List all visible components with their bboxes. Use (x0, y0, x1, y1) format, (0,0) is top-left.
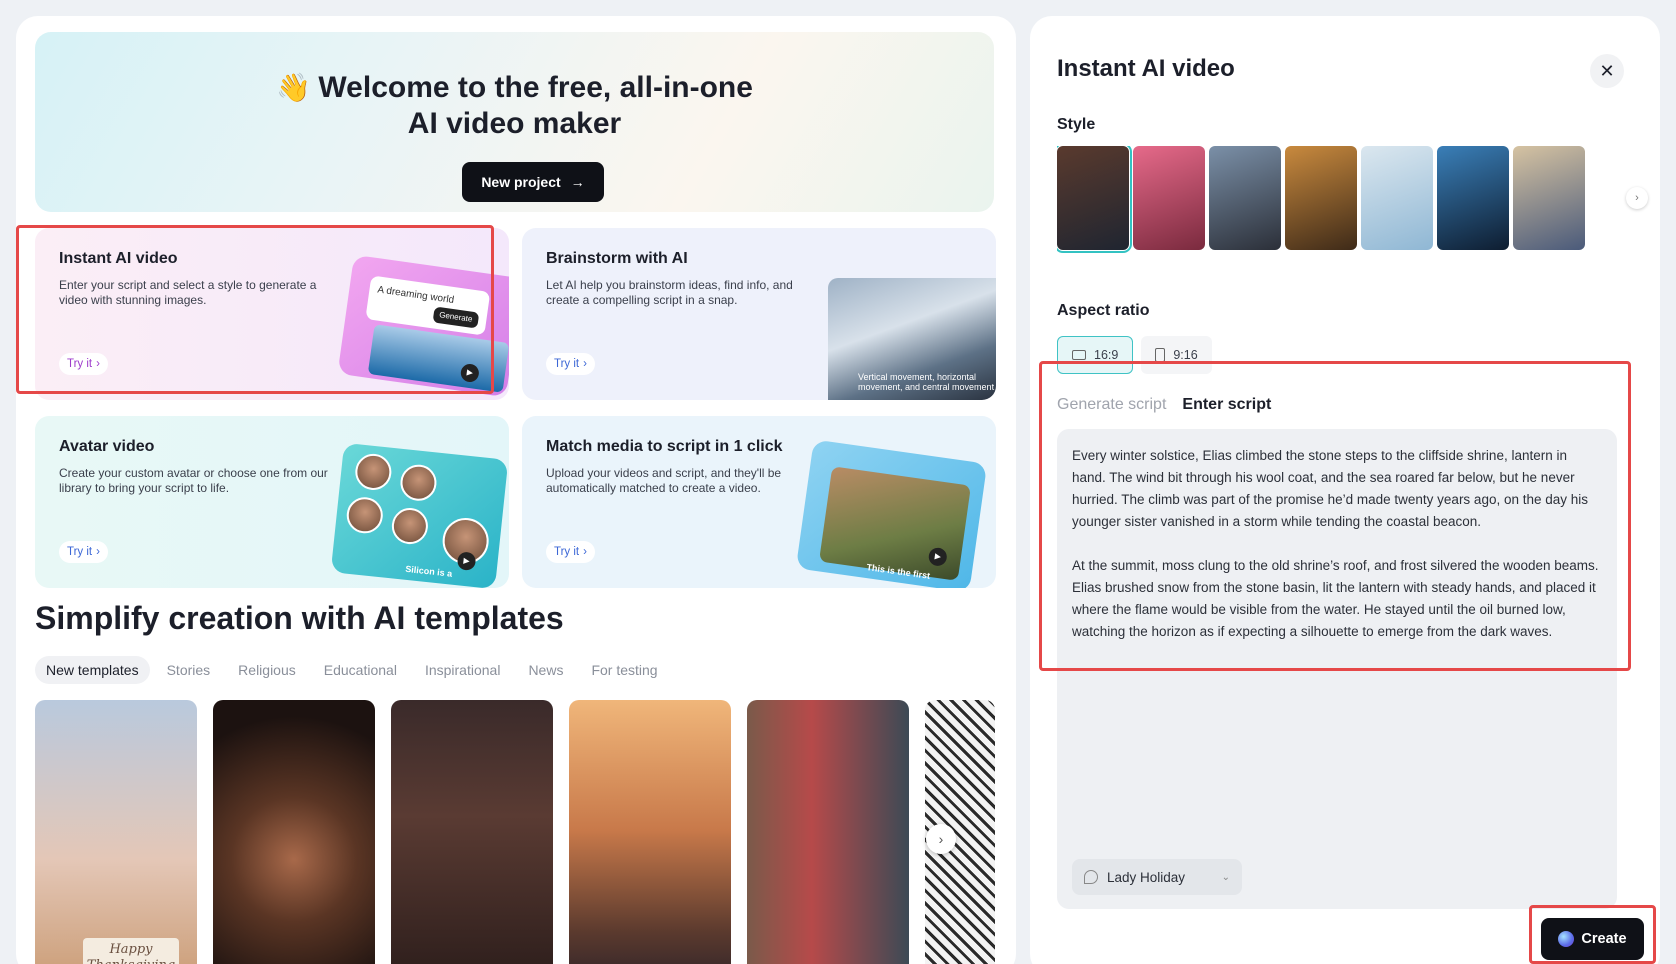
welcome-banner: 👋 Welcome to the free, all-in-one AI vid… (35, 32, 994, 212)
voice-selector[interactable]: Lady Holiday ⌄ (1072, 859, 1242, 895)
try-it-button[interactable]: Try it › (59, 353, 108, 375)
card-title: Brainstorm with AI (546, 250, 688, 267)
card-description: Create your custom avatar or choose one … (59, 466, 328, 495)
portrait-icon (1155, 348, 1166, 362)
style-option[interactable]: Futuristic (1437, 146, 1509, 256)
templates-next-button[interactable]: › (926, 824, 956, 854)
new-project-button[interactable]: New project → (462, 162, 604, 202)
avatar-video-card[interactable]: Avatar video Create your custom avatar o… (35, 416, 509, 588)
card-description: Let AI help you brainstorm ideas, find i… (546, 278, 793, 307)
template-thumbnail[interactable] (747, 700, 909, 964)
chevron-right-icon: › (583, 358, 587, 370)
close-icon: ✕ (1599, 61, 1615, 81)
create-button[interactable]: Create (1541, 918, 1644, 960)
waving-hand-icon: 👋 (276, 72, 311, 103)
template-thumbnail[interactable] (213, 700, 375, 964)
tab-enter-script[interactable]: Enter script (1182, 396, 1271, 414)
chevron-right-icon: › (96, 358, 100, 370)
tab-for-testing[interactable]: For testing (580, 656, 668, 684)
avatar-illustration: ▶ Silicon is a (330, 442, 509, 588)
script-text[interactable]: Every winter solstice, Elias climbed the… (1072, 445, 1602, 643)
template-thumbnail[interactable] (391, 700, 553, 964)
landscape-icon (1072, 350, 1086, 360)
instant-ai-video-card[interactable]: Instant AI video Enter your script and s… (35, 228, 509, 400)
card-description: Enter your script and select a style to … (59, 278, 317, 307)
card-title: Avatar video (59, 438, 155, 455)
aspect-ratio-label: Aspect ratio (1057, 302, 1150, 319)
tab-educational[interactable]: Educational (313, 656, 408, 684)
avatar-face (390, 506, 430, 546)
style-option[interactable]: Biblical (1513, 146, 1585, 256)
instant-ai-video-panel: Instant AI video ✕ Style Realistic FilmC… (1030, 16, 1660, 964)
sea-image (367, 324, 509, 393)
instant-video-illustration: A dreaming world Generate ▶ (337, 254, 509, 398)
image-caption: Vertical movement, horizontal movement, … (858, 372, 995, 392)
script-input[interactable]: Every winter solstice, Elias climbed the… (1057, 429, 1617, 909)
tab-inspirational[interactable]: Inspirational (414, 656, 512, 684)
chevron-right-icon: › (938, 831, 944, 847)
avatar-caption: Silicon is a (404, 563, 453, 579)
template-thumbnail[interactable]: Happy Thanksgiving (35, 700, 197, 964)
try-it-button[interactable]: Try it › (59, 541, 108, 563)
script-tabs: Generate script Enter script (1057, 396, 1271, 414)
style-option[interactable]: Movie (1209, 146, 1281, 256)
card-description: Upload your videos and script, and they'… (546, 466, 782, 495)
try-it-button[interactable]: Try it › (546, 541, 595, 563)
aspect-ratio-options: 16:9 9:16 (1057, 336, 1212, 374)
avatar-face (344, 495, 385, 536)
match-media-illustration: ▶ This is the first (795, 439, 988, 588)
try-it-button[interactable]: Try it › (546, 353, 595, 375)
templates-title: Simplify creation with AI templates (35, 600, 564, 636)
avatar-face (353, 452, 394, 492)
style-option[interactable]: Realistic Film (1057, 146, 1132, 256)
tab-generate-script[interactable]: Generate script (1057, 396, 1166, 414)
voice-icon (1084, 870, 1098, 884)
ai-orb-icon (1558, 931, 1575, 947)
card-title: Instant AI video (59, 250, 178, 267)
brainstorm-card[interactable]: Brainstorm with AI Let AI help you brain… (522, 228, 996, 400)
style-option[interactable]: Whimsical (1361, 146, 1433, 256)
style-thumbnail (1285, 146, 1357, 250)
home-panel: 👋 Welcome to the free, all-in-one AI vid… (16, 16, 1016, 964)
style-thumbnail (1513, 146, 1585, 250)
chevron-right-icon: › (1635, 192, 1639, 204)
chevron-right-icon: › (96, 546, 100, 558)
tab-stories[interactable]: Stories (156, 656, 222, 684)
template-category-tabs: New templates Stories Religious Educatio… (35, 656, 669, 684)
buildings-image: Vertical movement, horizontal movement, … (828, 278, 996, 400)
avatar-face (398, 462, 439, 503)
aspect-9-16-option[interactable]: 9:16 (1141, 336, 1212, 374)
style-list: Realistic FilmCartoon 3DMoviePhotographW… (1057, 146, 1617, 256)
aspect-16-9-option[interactable]: 16:9 (1057, 336, 1134, 374)
template-thumbnail[interactable] (569, 700, 731, 964)
thanksgiving-card: Happy Thanksgiving (83, 938, 179, 964)
tab-new-templates[interactable]: New templates (35, 656, 150, 684)
tab-religious[interactable]: Religious (227, 656, 307, 684)
style-thumbnail (1437, 146, 1509, 250)
generate-chip: Generate (432, 306, 480, 329)
close-button[interactable]: ✕ (1590, 54, 1624, 88)
match-media-card[interactable]: Match media to script in 1 click Upload … (522, 416, 996, 588)
style-thumbnail (1133, 146, 1205, 250)
cactus-image (818, 466, 971, 581)
chevron-right-icon: › (583, 546, 587, 558)
style-thumbnail (1361, 146, 1433, 250)
arrow-right-icon: → (570, 174, 585, 190)
tab-news[interactable]: News (517, 656, 574, 684)
welcome-title: 👋 Welcome to the free, all-in-one AI vid… (276, 71, 753, 140)
style-thumbnail (1209, 146, 1281, 250)
style-thumbnail (1057, 146, 1132, 253)
style-option[interactable]: Cartoon 3D (1133, 146, 1205, 256)
styles-next-button[interactable]: › (1626, 187, 1648, 209)
chevron-down-icon: ⌄ (1221, 871, 1230, 883)
card-title: Match media to script in 1 click (546, 438, 783, 455)
panel-title: Instant AI video (1057, 55, 1235, 82)
style-option[interactable]: Photograph (1285, 146, 1357, 256)
style-label: Style (1057, 116, 1096, 133)
